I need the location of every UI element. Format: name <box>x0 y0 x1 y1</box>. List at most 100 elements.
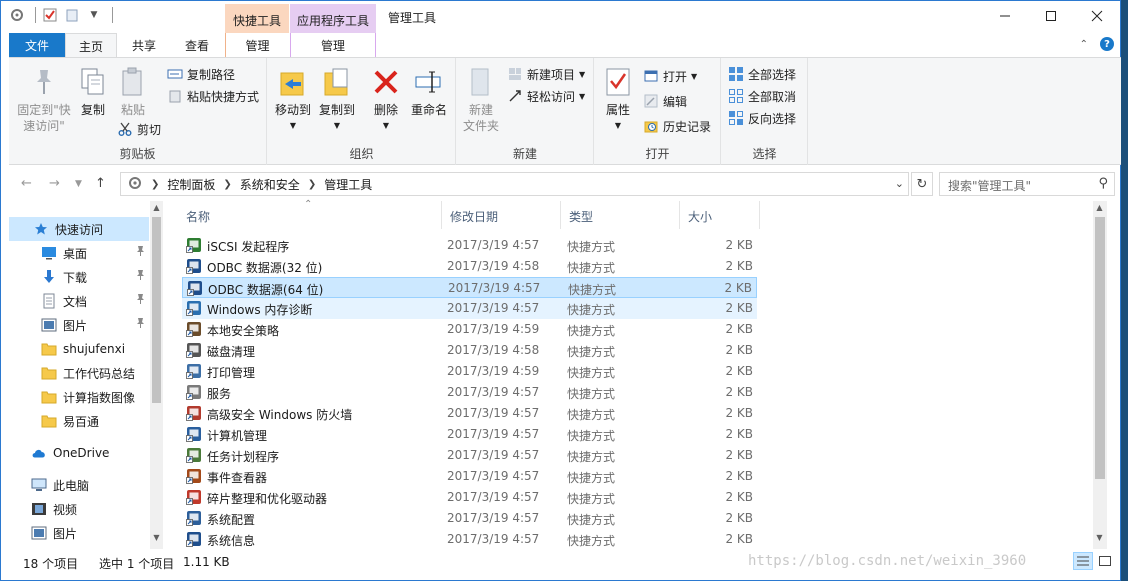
list-scroll-thumb[interactable] <box>1095 217 1105 479</box>
maximize-icon[interactable] <box>1028 1 1074 31</box>
close-icon[interactable] <box>1074 1 1120 31</box>
pin-icon[interactable] <box>136 294 145 307</box>
new-item-button[interactable]: 新建项目 ▼ <box>507 64 585 84</box>
open-button[interactable]: 打开 ▼ <box>643 66 697 86</box>
paste-shortcut-button[interactable]: 粘贴快捷方式 <box>167 86 259 106</box>
breadcrumb-admin-tools[interactable]: 管理工具 <box>324 176 372 193</box>
list-scroll-down-icon[interactable]: ▼ <box>1093 533 1106 547</box>
list-scroll-up-icon[interactable]: ▲ <box>1093 203 1106 217</box>
address-history-chevron-icon[interactable]: ⌄ <box>895 177 904 190</box>
nav-item[interactable]: 图片 <box>9 313 149 337</box>
pin-icon[interactable] <box>136 270 145 283</box>
address-bar[interactable]: ❯ 控制面板 ❯ 系统和安全 ❯ 管理工具 ⌄ <box>120 172 909 196</box>
column-header-size[interactable]: 大小 <box>680 201 760 229</box>
nav-item[interactable]: 桌面 <box>9 241 149 265</box>
new-folder-icon[interactable] <box>64 7 80 23</box>
shortcut-icon <box>186 510 202 526</box>
file-row[interactable]: ODBC 数据源(32 位) 2017/3/19 4:58 快捷方式 2 KB <box>182 256 757 277</box>
file-row[interactable]: 任务计划程序 2017/3/19 4:57 快捷方式 2 KB <box>182 445 757 466</box>
column-header-type[interactable]: 类型 <box>561 201 680 229</box>
nav-item[interactable]: shujufenxi <box>9 337 149 361</box>
properties-icon[interactable] <box>9 7 25 23</box>
pin-to-quick-access-button[interactable]: 固定到"快 速访问" <box>13 62 75 134</box>
nav-scroll-down-icon[interactable]: ▼ <box>150 533 163 547</box>
nav-item[interactable]: 下载 <box>9 265 149 289</box>
file-row[interactable]: ODBC 数据源(64 位) 2017/3/19 4:57 快捷方式 2 KB <box>182 277 757 298</box>
pin-icon[interactable] <box>136 246 145 259</box>
history-button[interactable]: 历史记录 <box>643 116 711 136</box>
tab-home[interactable]: 主页 <box>65 33 117 57</box>
up-arrow-icon[interactable]: ↑ <box>95 176 106 191</box>
nav-item[interactable]: 文档 <box>9 289 149 313</box>
properties-check-icon[interactable] <box>42 7 58 23</box>
file-row[interactable]: 系统信息 2017/3/19 4:57 快捷方式 2 KB <box>182 529 757 550</box>
breadcrumb-separator-icon[interactable]: ❯ <box>223 179 231 190</box>
file-list-scrollbar[interactable]: ▲ ▼ <box>1093 201 1107 549</box>
pin-icon <box>28 66 60 98</box>
easy-access-button[interactable]: 轻松访问 ▼ <box>507 86 585 106</box>
nav-item[interactable]: 视频 <box>9 497 149 521</box>
file-row[interactable]: 事件查看器 2017/3/19 4:57 快捷方式 2 KB <box>182 466 757 487</box>
breadcrumb-separator-icon[interactable]: ❯ <box>308 179 316 190</box>
file-row[interactable]: 计算机管理 2017/3/19 4:57 快捷方式 2 KB <box>182 424 757 445</box>
copy-button[interactable]: 复制 <box>75 62 111 118</box>
nav-item[interactable]: 快速访问 <box>9 217 149 241</box>
select-all-button[interactable]: 全部选择 <box>728 64 796 84</box>
file-row[interactable]: 服务 2017/3/19 4:57 快捷方式 2 KB <box>182 382 757 403</box>
recent-locations-chevron-icon[interactable]: ▼ <box>75 179 82 189</box>
pin-icon[interactable] <box>136 318 145 331</box>
breadcrumb-separator-icon[interactable]: ❯ <box>151 179 159 190</box>
rename-button[interactable]: 重命名 <box>408 62 450 118</box>
file-row[interactable]: Windows 内存诊断 2017/3/19 4:57 快捷方式 2 KB <box>182 298 757 319</box>
file-type: 快捷方式 <box>567 345 616 359</box>
cut-button[interactable]: 剪切 <box>117 119 161 139</box>
breadcrumb-control-panel[interactable]: 控制面板 <box>167 176 215 193</box>
customize-qat-chevron-icon[interactable]: ▼ <box>86 7 102 23</box>
file-row[interactable]: 高级安全 Windows 防火墙 2017/3/19 4:57 快捷方式 2 KB <box>182 403 757 424</box>
nav-item[interactable]: OneDrive <box>9 441 149 465</box>
nav-scroll-up-icon[interactable]: ▲ <box>150 203 163 217</box>
details-view-icon[interactable] <box>1073 552 1093 570</box>
move-to-button[interactable]: 移动到 ▼ <box>272 62 314 134</box>
minimize-icon[interactable] <box>982 1 1028 31</box>
back-arrow-icon[interactable]: ← <box>21 176 32 191</box>
tab-share[interactable]: 共享 <box>119 33 169 57</box>
tab-manage-shortcut[interactable]: 管理 <box>225 33 289 57</box>
file-row[interactable]: 打印管理 2017/3/19 4:59 快捷方式 2 KB <box>182 361 757 382</box>
tab-view[interactable]: 查看 <box>171 33 223 57</box>
collapse-ribbon-chevron-icon[interactable]: ⌃ <box>1080 39 1088 50</box>
copy-to-button[interactable]: 复制到 ▼ <box>316 62 358 134</box>
nav-scrollbar[interactable]: ▲ ▼ <box>150 201 163 549</box>
delete-button[interactable]: 删除 ▼ <box>368 62 404 134</box>
nav-item[interactable]: 工作代码总结 <box>9 361 149 385</box>
nav-item[interactable]: 此电脑 <box>9 473 149 497</box>
paste-button[interactable]: 粘贴 <box>113 62 153 118</box>
file-row[interactable]: 磁盘清理 2017/3/19 4:58 快捷方式 2 KB <box>182 340 757 361</box>
file-row[interactable]: 系统配置 2017/3/19 4:57 快捷方式 2 KB <box>182 508 757 529</box>
refresh-icon[interactable]: ↻ <box>911 172 933 196</box>
new-folder-button[interactable]: 新建 文件夹 <box>461 62 501 134</box>
forward-arrow-icon[interactable]: → <box>49 176 60 191</box>
large-icons-view-icon[interactable] <box>1095 552 1115 570</box>
nav-item[interactable]: 易百通 <box>9 409 149 433</box>
nav-item[interactable]: 图片 <box>9 521 149 545</box>
copy-path-button[interactable]: 复制路径 <box>167 64 235 84</box>
help-icon[interactable]: ? <box>1100 37 1114 51</box>
tab-file[interactable]: 文件 <box>9 33 65 57</box>
search-input[interactable]: 搜索"管理工具" ⚲ <box>939 172 1115 196</box>
file-row[interactable]: 本地安全策略 2017/3/19 4:59 快捷方式 2 KB <box>182 319 757 340</box>
breadcrumb-system-security[interactable]: 系统和安全 <box>240 176 300 193</box>
file-row[interactable]: 碎片整理和优化驱动器 2017/3/19 4:57 快捷方式 2 KB <box>182 487 757 508</box>
column-header-date[interactable]: 修改日期 <box>442 201 561 229</box>
column-header-name[interactable]: 名称 ⌃ <box>178 199 442 229</box>
edit-button[interactable]: 编辑 <box>643 91 687 111</box>
nav-scroll-thumb[interactable] <box>152 217 161 403</box>
properties-button[interactable]: 属性 ▼ <box>601 62 635 134</box>
tab-manage-app[interactable]: 管理 <box>290 33 376 57</box>
file-row[interactable]: iSCSI 发起程序 2017/3/19 4:57 快捷方式 2 KB <box>182 235 757 256</box>
copy-to-folder-icon <box>321 66 353 98</box>
nav-item[interactable]: 计算指数图像 <box>9 385 149 409</box>
invert-selection-button[interactable]: 反向选择 <box>728 108 796 128</box>
select-none-button[interactable]: 全部取消 <box>728 86 796 106</box>
delete-label: 删除 <box>373 103 398 117</box>
